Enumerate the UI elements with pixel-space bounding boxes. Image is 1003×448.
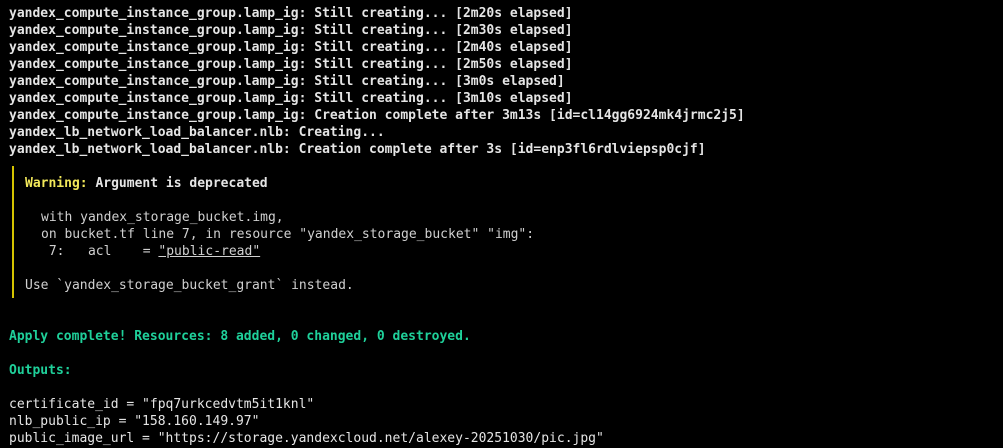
log-line: yandex_compute_instance_group.lamp_ig: S…	[9, 40, 573, 55]
log-line: yandex_compute_instance_group.lamp_ig: S…	[9, 57, 573, 72]
warning-bar	[12, 166, 14, 298]
apply-complete-message: Apply complete! Resources: 8 added, 0 ch…	[9, 329, 471, 344]
warning-with-line: with yandex_storage_bucket.img,	[41, 210, 284, 225]
log-line: yandex_compute_instance_group.lamp_ig: C…	[9, 108, 745, 123]
log-line: yandex_compute_instance_group.lamp_ig: S…	[9, 74, 565, 89]
log-line: yandex_lb_network_load_balancer.nlb: Cre…	[9, 142, 706, 157]
warning-code-prefix: 7: acl =	[41, 244, 159, 259]
warning-heading: Warning: Argument is deprecated	[25, 175, 268, 192]
terminal-window: { "progress_lines": [ "yandex_compute_in…	[0, 0, 1003, 448]
warning-code-value: "public-read"	[158, 244, 261, 259]
output-public-image-url: public_image_url = "https://storage.yand…	[9, 431, 604, 446]
log-line: yandex_lb_network_load_balancer.nlb: Cre…	[9, 125, 385, 140]
outputs-header: Outputs:	[9, 363, 72, 378]
log-line: yandex_compute_instance_group.lamp_ig: S…	[9, 23, 573, 38]
log-line: yandex_compute_instance_group.lamp_ig: S…	[9, 6, 573, 21]
warning-advice: Use `yandex_storage_bucket_grant` instea…	[25, 278, 354, 293]
output-certificate-id: certificate_id = "fpq7urkcedvtm5it1knl"	[9, 397, 315, 412]
log-line: yandex_compute_instance_group.lamp_ig: S…	[9, 91, 573, 106]
output-nlb-public-ip: nlb_public_ip = "158.160.149.97"	[9, 414, 260, 429]
warning-location-line: on bucket.tf line 7, in resource "yandex…	[41, 227, 535, 242]
warning-code-line: 7: acl = "public-read"	[41, 243, 260, 260]
warning-title: Argument is deprecated	[87, 176, 268, 191]
warning-label: Warning:	[25, 176, 88, 191]
